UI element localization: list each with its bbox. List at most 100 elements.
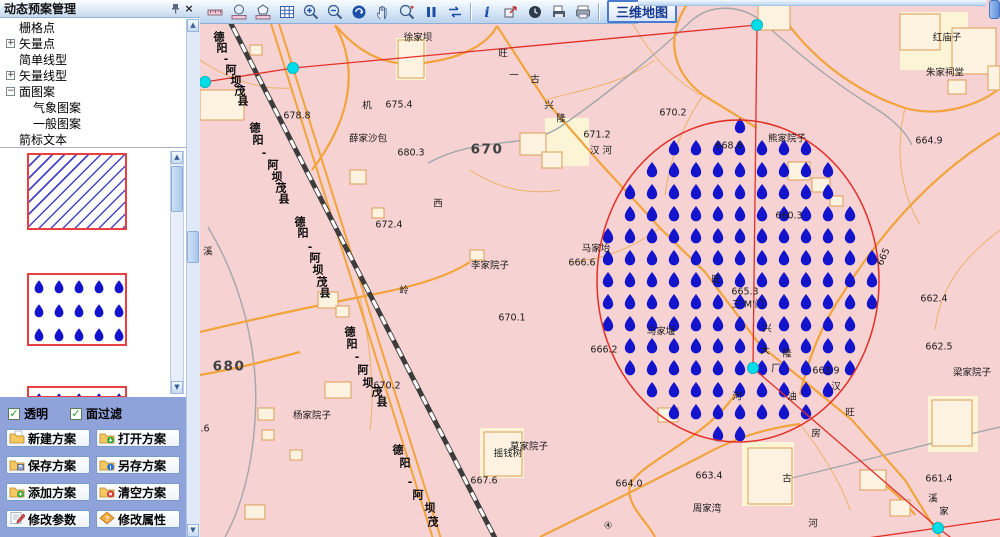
tree-item-一般图案[interactable]: 一般图案: [0, 115, 186, 131]
vertex-handle[interactable]: [200, 77, 211, 88]
close-icon[interactable]: ×: [182, 2, 196, 15]
expand-icon[interactable]: +: [6, 71, 15, 80]
tree-item-label: 矢量线型: [19, 67, 67, 84]
tree-item-矢量点[interactable]: + 矢量点: [0, 35, 186, 51]
toolbar-separator: [470, 3, 472, 21]
edit-props-icon: ?: [99, 511, 115, 528]
railway: [225, 12, 497, 537]
folder-save-icon: [9, 457, 25, 474]
tree-item-面图案[interactable]: −面图案: [0, 83, 186, 99]
swap-arrows-icon[interactable]: [443, 1, 467, 22]
folder-save-button[interactable]: 保存方案: [6, 456, 90, 474]
tree-item-矢量线型[interactable]: + 矢量线型: [0, 67, 186, 83]
scroll-up-icon[interactable]: ▲: [171, 151, 183, 164]
measure-circle-icon[interactable]: [227, 1, 251, 22]
pause-icon[interactable]: [419, 1, 443, 22]
pattern-swatch-diagonal-hatch[interactable]: [27, 153, 127, 230]
vertex-handles[interactable]: [200, 20, 944, 534]
button-label: 修改属性: [118, 511, 166, 528]
pin-icon[interactable]: [168, 2, 182, 15]
rain-pattern-overlay[interactable]: [603, 118, 877, 441]
expand-icon[interactable]: +: [6, 39, 15, 48]
zoom-out-icon[interactable]: [323, 1, 347, 22]
folder-saveas-button[interactable]: i另存方案: [96, 456, 180, 474]
tree-item-气象图案[interactable]: 气象图案: [0, 99, 186, 115]
checkbox-label: 透明: [24, 405, 48, 422]
button-label: 新建方案: [28, 430, 76, 447]
button-label: 打开方案: [118, 430, 166, 447]
sidebar-scrollbar[interactable]: ▲ ▼: [186, 19, 200, 537]
map-scroll-corner[interactable]: [989, 0, 1000, 19]
vertex-handle[interactable]: [748, 363, 759, 374]
parcel-lines: [200, 0, 1000, 510]
scrollbar-thumb[interactable]: [171, 166, 183, 212]
edit-props-button[interactable]: ?修改属性: [96, 510, 180, 528]
print-icon[interactable]: [571, 1, 595, 22]
refresh-globe-icon[interactable]: [347, 1, 371, 22]
scroll-down-icon[interactable]: ▼: [171, 381, 183, 394]
button-label: 添加方案: [28, 484, 76, 501]
map-toolbar: i三维地图: [200, 0, 638, 24]
tree-item-label: 栅格点: [19, 19, 55, 36]
tree-item-label: 矢量点: [19, 35, 55, 52]
tree-item-箭标文本[interactable]: 箭标文本: [0, 131, 186, 147]
checkbox-row: ✓ 透明 ✓面过滤: [8, 405, 182, 422]
map-canvas[interactable]: 徐家坝红庙子朱家祠堂678.8机675.4薛家沙包680.3670671.2汉 …: [200, 0, 1000, 537]
checkbox-box[interactable]: ✓: [70, 408, 82, 420]
checkbox-面过滤[interactable]: ✓面过滤: [70, 405, 122, 422]
grid-icon[interactable]: [275, 1, 299, 22]
plan-manager-panel: 动态预案管理 × 栅格点 + 矢量点简单线型 + 矢量线型−面图案气象图案一般图案箭标文…: [0, 0, 200, 537]
scroll-up-icon[interactable]: ▲: [187, 19, 199, 32]
vertex-handle[interactable]: [288, 63, 299, 74]
collapse-icon[interactable]: −: [6, 87, 15, 96]
clock-icon[interactable]: [523, 1, 547, 22]
folder-new-button[interactable]: 新建方案: [6, 429, 90, 447]
application-window: 动态预案管理 × 栅格点 + 矢量点简单线型 + 矢量线型−面图案气象图案一般图案箭标文…: [0, 0, 1000, 537]
pattern-list-scrollbar[interactable]: ▲ ▼: [170, 151, 184, 394]
map-graphics: [200, 0, 1000, 537]
zoom-select-icon[interactable]: [395, 1, 419, 22]
pan-hand-icon[interactable]: [371, 1, 395, 22]
measure-length-icon[interactable]: [203, 1, 227, 22]
edit-params-button[interactable]: 修改参数: [6, 510, 90, 528]
folder-clear-icon: [99, 484, 115, 501]
pattern-swatch-rain-drops[interactable]: [27, 273, 127, 346]
edit-params-icon: [9, 511, 25, 528]
panel-title: 动态预案管理: [4, 0, 76, 17]
checkbox-透明[interactable]: ✓ 透明: [8, 405, 48, 422]
folder-new-icon: [9, 430, 25, 447]
info-icon[interactable]: i: [475, 1, 499, 22]
tree-item-栅格点[interactable]: 栅格点: [0, 19, 186, 35]
tree-item-label: 一般图案: [33, 115, 81, 132]
tree-item-label: 箭标文本: [19, 131, 67, 148]
print-preview-icon[interactable]: [547, 1, 571, 22]
measure-polygon-icon[interactable]: [251, 1, 275, 22]
gray-roads: [208, 8, 1000, 537]
vertex-handle[interactable]: [933, 523, 944, 534]
map-top-strip: [638, 0, 986, 6]
layer-tree: 栅格点 + 矢量点简单线型 + 矢量线型−面图案气象图案一般图案箭标文本: [0, 19, 186, 147]
sketch-lines: [205, 25, 1000, 537]
vertex-handle[interactable]: [752, 20, 763, 31]
tree-item-label: 气象图案: [33, 99, 81, 116]
button-label: 修改参数: [28, 511, 76, 528]
folder-add-icon: [9, 484, 25, 501]
plan-actions-panel: ✓透明✓面过滤 新建方案打开方案保存方案i另存方案添加方案清空方案修改参数?修改…: [0, 397, 186, 537]
scroll-down-icon[interactable]: ▼: [187, 524, 199, 537]
svg-text:i: i: [484, 5, 489, 21]
folder-saveas-icon: i: [99, 457, 115, 474]
zoom-in-icon[interactable]: [299, 1, 323, 22]
folder-add-button[interactable]: 添加方案: [6, 483, 90, 501]
scrollbar-thumb[interactable]: [187, 231, 199, 263]
folder-open-button[interactable]: 打开方案: [96, 429, 180, 447]
main-road: [262, 0, 442, 537]
plan-buttons: 新建方案打开方案保存方案i另存方案添加方案清空方案修改参数?修改属性: [6, 429, 182, 528]
tree-item-label: 面图案: [19, 83, 55, 100]
button-label: 保存方案: [28, 457, 76, 474]
tree-item-简单线型[interactable]: 简单线型: [0, 51, 186, 67]
folder-clear-button[interactable]: 清空方案: [96, 483, 180, 501]
export-icon[interactable]: [499, 1, 523, 22]
toolbar-separator: [598, 3, 600, 21]
checkbox-box[interactable]: ✓: [8, 408, 20, 420]
button-label: 清空方案: [118, 484, 166, 501]
